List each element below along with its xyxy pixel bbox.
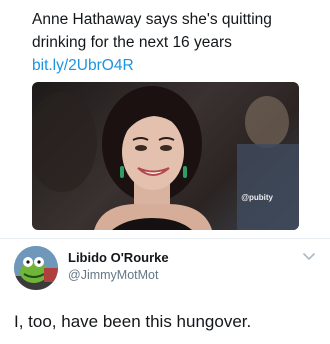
photo-watermark: @pubity <box>241 193 273 202</box>
user-handle[interactable]: @JimmyMotMot <box>68 268 158 282</box>
display-name[interactable]: Libido O'Rourke <box>68 250 169 265</box>
tweet-text: I, too, have been this hungover. <box>14 312 252 331</box>
quoted-tweet-body: Anne Hathaway says she's quitting drinki… <box>32 11 272 51</box>
kermit-avatar[interactable] <box>14 246 58 290</box>
avatar-image <box>14 246 58 290</box>
chevron-down-icon[interactable] <box>302 252 316 262</box>
tweet-photo[interactable]: @pubity <box>32 82 299 230</box>
quoted-tweet-text: Anne Hathaway says she's quitting drinki… <box>32 8 297 77</box>
photo-illustration <box>32 86 299 230</box>
quoted-tweet-link[interactable]: bit.ly/2UbrO4R <box>32 57 134 74</box>
divider <box>0 238 330 239</box>
